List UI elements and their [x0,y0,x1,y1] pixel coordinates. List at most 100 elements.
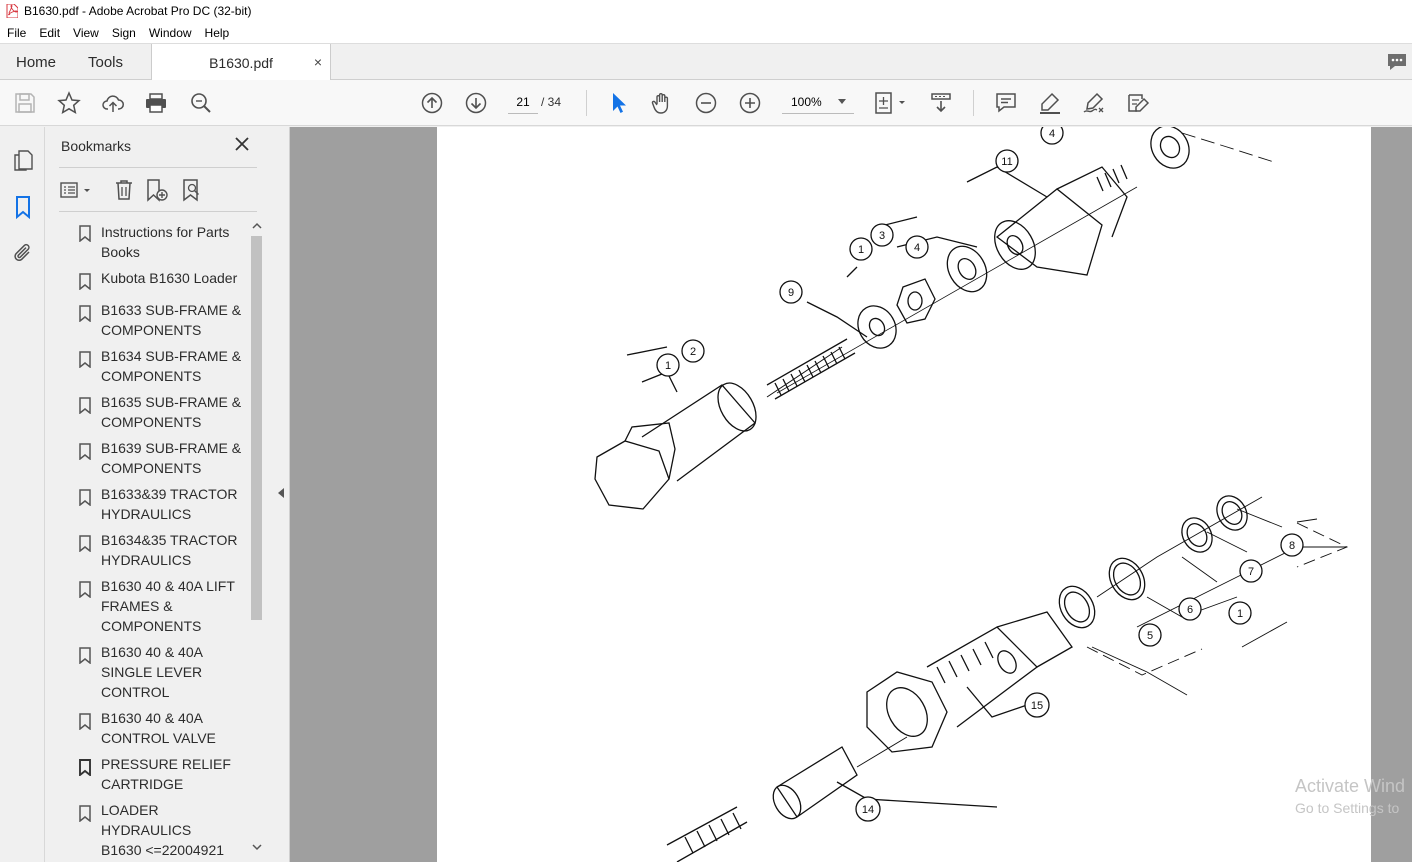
page-fit-icon[interactable] [873,91,909,115]
menu-edit[interactable]: Edit [32,26,66,40]
menu-file[interactable]: File [0,26,32,40]
callout-label: 1 [858,244,864,256]
bookmark-icon [79,759,91,776]
bookmark-label: B1639 SUB-FRAME & COMPONENTS [101,440,242,476]
attachments-icon[interactable] [12,241,34,265]
bookmark-icon [79,225,91,242]
bookmark-label: B1634 SUB-FRAME & COMPONENTS [101,348,242,384]
bookmark-item[interactable]: Kubota B1630 Loader [59,266,249,298]
bookmark-options-icon[interactable] [59,178,95,202]
divider [59,167,257,168]
callout-label: 11 [1001,156,1012,168]
bookmark-item[interactable]: B1630 40 & 40A SINGLE LEVER CONTROL [59,640,249,706]
bookmark-item[interactable]: Instructions for Parts Books [59,218,249,266]
bookmark-item[interactable]: B1639 SUB-FRAME & COMPONENTS [59,436,249,482]
fitting-body [995,188,1103,276]
bookmark-item[interactable]: B1634 SUB-FRAME & COMPONENTS [59,344,249,390]
comment-icon[interactable] [1386,52,1408,72]
print-icon[interactable] [144,91,168,115]
scrollbar-thumb[interactable] [251,236,262,620]
scroll-mode-icon[interactable] [929,91,953,115]
save-icon[interactable] [13,91,37,115]
toolbar-divider [586,90,587,116]
panel-collapse-handle[interactable] [272,127,290,862]
select-cursor-icon[interactable] [606,91,630,115]
bookmark-icon [79,713,91,730]
bookmark-item[interactable]: B1630 40 & 40A LIFT FRAMES & COMPONENTS [59,574,249,640]
left-navigation-rail [0,127,45,862]
fill-sign-icon[interactable] [1126,91,1150,115]
zoom-out-icon[interactable] [694,91,718,115]
menu-help[interactable]: Help [198,26,236,40]
close-tab-icon[interactable]: × [314,54,322,70]
page-number-input[interactable] [508,90,538,114]
exploded-parts-diagram: 4 11 3 1 4 9 2 1 8 7 6 1 5 15 14 [594,127,1349,862]
pdf-file-icon [6,4,18,18]
tab-home[interactable]: Home [16,44,56,80]
bookmark-item-selected[interactable]: PRESSURE RELIEF CARTRIDGE [59,752,249,798]
scroll-up-icon[interactable] [251,222,262,232]
watermark-line2: Go to Settings to [1295,800,1400,816]
divider [59,211,257,212]
star-icon[interactable] [57,91,81,115]
bookmark-label: B1634&35 TRACTOR HYDRAULICS [101,532,238,568]
hex-plug-shape [594,440,670,510]
nut-shape [896,278,936,324]
upload-cloud-icon[interactable] [101,91,125,115]
bookmark-label: PRESSURE RELIEF CARTRIDGE [101,756,231,792]
bookmark-label: LOADER HYDRAULICS B1630 <=22004921 B1640… [101,802,225,858]
callout-label: 2 [690,346,696,358]
next-page-icon[interactable] [464,91,488,115]
bookmark-item[interactable]: LOADER HYDRAULICS B1630 <=22004921 B1640… [59,798,249,862]
page-thumbnails-icon[interactable] [12,149,34,171]
bookmark-item[interactable]: B1633&39 TRACTOR HYDRAULICS [59,482,249,528]
callout-label: 1 [1237,608,1243,620]
bookmark-item[interactable]: B1630 40 & 40A CONTROL VALVE [59,706,249,752]
hex-nut-lower [866,671,948,753]
delete-bookmark-icon[interactable] [112,178,136,202]
tab-document[interactable]: B1630.pdf × [151,44,331,81]
add-comment-icon[interactable] [994,91,1018,115]
bookmarks-panel-icon[interactable] [13,195,33,219]
seal-ring [1181,517,1213,553]
previous-page-icon[interactable] [420,91,444,115]
draw-freeform-icon[interactable] [1082,91,1106,115]
hand-tool-icon[interactable] [650,91,674,115]
bookmark-search-icon[interactable] [180,178,204,202]
callout: 1 [656,353,680,377]
close-panel-icon[interactable] [235,137,249,151]
bookmark-icon [79,351,91,368]
callout: 3 [870,223,894,247]
tab-bar: Home Tools B1630.pdf × [0,43,1412,81]
callout: 7 [1239,559,1263,583]
tab-tools[interactable]: Tools [88,44,123,80]
callout-label: 4 [914,242,920,254]
bookmark-item[interactable]: B1635 SUB-FRAME & COMPONENTS [59,390,249,436]
zoom-select[interactable]: 100% [782,90,854,114]
chevron-down-icon [838,99,846,104]
callout: 1 [1228,601,1252,625]
body-cylinder [641,384,756,482]
callout-label: 4 [1049,128,1055,140]
menu-window[interactable]: Window [142,26,198,40]
bookmark-icon [79,647,91,664]
menu-view[interactable]: View [66,26,105,40]
title-bar: B1630.pdf - Adobe Acrobat Pro DC (32-bit… [0,0,1412,22]
scroll-down-icon[interactable] [251,843,262,853]
zoom-in-icon[interactable] [738,91,762,115]
watermark-line1: Activate Wind [1295,776,1406,796]
new-bookmark-icon[interactable] [145,178,169,202]
highlight-pen-icon[interactable] [1038,91,1062,115]
bookmark-item[interactable]: B1634&35 TRACTOR HYDRAULICS [59,528,249,574]
menu-sign[interactable]: Sign [105,26,142,40]
pdf-page: 4 11 3 1 4 9 2 1 8 7 6 1 5 15 14 [437,127,1371,862]
bookmarks-title: Bookmarks [61,138,132,154]
bookmark-label: B1630 40 & 40A LIFT FRAMES & COMPONENTS [101,578,235,634]
activation-watermark: Activate Wind Go to Settings to [1295,776,1405,816]
zoom-search-icon[interactable] [189,91,213,115]
bookmark-label: Kubota B1630 Loader [101,270,238,286]
bookmark-item[interactable]: B1633 SUB-FRAME & COMPONENTS [59,298,249,344]
document-viewer[interactable]: 4 11 3 1 4 9 2 1 8 7 6 1 5 15 14 Activat… [290,127,1412,862]
page-total: / 34 [541,95,562,109]
bookmark-label: Instructions for Parts Books [101,224,230,260]
